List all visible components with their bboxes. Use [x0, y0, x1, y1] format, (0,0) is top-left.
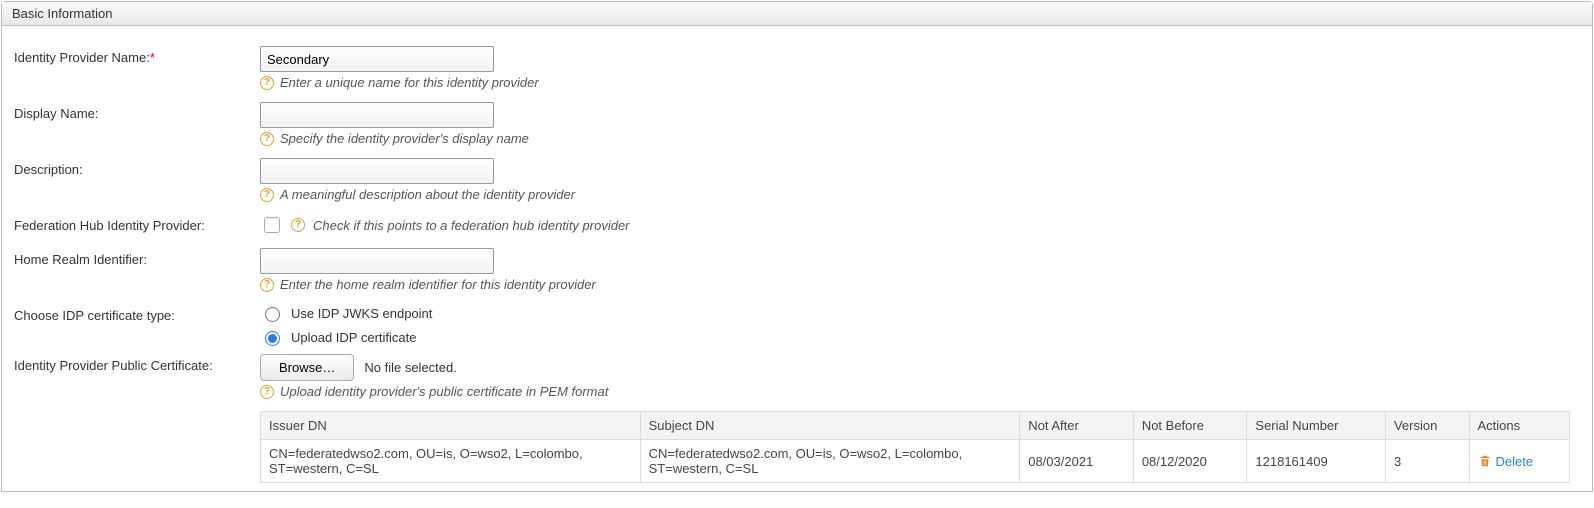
help-icon[interactable]: ?	[260, 76, 274, 90]
help-icon[interactable]: ?	[260, 188, 274, 202]
label-idp-name-text: Identity Provider Name:	[14, 50, 150, 65]
row-idp-name: Identity Provider Name:* ? Enter a uniqu…	[2, 40, 1592, 96]
cell-serial: 1218161409	[1247, 440, 1386, 483]
row-federation-hub: Federation Hub Identity Provider: ? Chec…	[2, 208, 1592, 242]
hint-home-realm-text: Enter the home realm identifier for this…	[280, 277, 596, 292]
hint-public-cert: ? Upload identity provider's public cert…	[260, 384, 1580, 399]
hint-federation-hub-text: Check if this points to a federation hub…	[313, 218, 630, 233]
no-file-label: No file selected.	[364, 360, 457, 375]
hint-idp-name-text: Enter a unique name for this identity pr…	[280, 75, 539, 90]
col-not-after: Not After	[1020, 412, 1134, 440]
help-icon[interactable]: ?	[260, 385, 274, 399]
label-idp-name: Identity Provider Name:*	[14, 46, 260, 65]
cell-actions: Delete	[1469, 440, 1570, 483]
col-serial-number: Serial Number	[1247, 412, 1386, 440]
browse-button[interactable]: Browse…	[260, 354, 354, 381]
label-federation-hub: Federation Hub Identity Provider:	[14, 214, 260, 233]
cell-not-after: 08/03/2021	[1020, 440, 1134, 483]
hint-idp-name: ? Enter a unique name for this identity …	[260, 75, 1580, 90]
row-description: Description: ? A meaningful description …	[2, 152, 1592, 208]
radio-upload[interactable]	[265, 331, 280, 346]
cert-table: Issuer DN Subject DN Not After Not Befor…	[260, 411, 1570, 483]
idp-name-input[interactable]	[260, 46, 494, 72]
row-public-cert: Identity Provider Public Certificate: Br…	[2, 352, 1592, 405]
cell-issuer-dn: CN=federatedwso2.com, OU=is, O=wso2, L=c…	[261, 440, 641, 483]
radio-upload-item[interactable]: Upload IDP certificate	[260, 328, 1580, 346]
home-realm-input[interactable]	[260, 248, 494, 274]
radio-jwks[interactable]	[265, 307, 280, 322]
delete-action[interactable]: Delete	[1478, 454, 1562, 469]
help-icon[interactable]: ?	[291, 218, 305, 232]
cert-table-header-row: Issuer DN Subject DN Not After Not Befor…	[261, 412, 1570, 440]
hint-display-name: ? Specify the identity provider's displa…	[260, 131, 1580, 146]
label-cert-type: Choose IDP certificate type:	[14, 304, 260, 323]
row-home-realm: Home Realm Identifier: ? Enter the home …	[2, 242, 1592, 298]
col-issuer-dn: Issuer DN	[261, 412, 641, 440]
radio-jwks-item[interactable]: Use IDP JWKS endpoint	[260, 304, 1580, 322]
required-star-icon: *	[150, 50, 155, 65]
label-description: Description:	[14, 158, 260, 177]
radio-upload-label: Upload IDP certificate	[291, 330, 417, 345]
label-public-cert: Identity Provider Public Certificate:	[14, 354, 260, 373]
row-display-name: Display Name: ? Specify the identity pro…	[2, 96, 1592, 152]
hint-public-cert-text: Upload identity provider's public certif…	[280, 384, 608, 399]
cell-subject-dn: CN=federatedwso2.com, OU=is, O=wso2, L=c…	[640, 440, 1020, 483]
field-idp-name: ? Enter a unique name for this identity …	[260, 46, 1580, 90]
label-home-realm: Home Realm Identifier:	[14, 248, 260, 267]
field-cert-type: Use IDP JWKS endpoint Upload IDP certifi…	[260, 304, 1580, 346]
field-display-name: ? Specify the identity provider's displa…	[260, 102, 1580, 146]
basic-information-panel: Basic Information Identity Provider Name…	[1, 1, 1593, 492]
panel-title: Basic Information	[2, 2, 1592, 26]
description-input[interactable]	[260, 158, 494, 184]
help-icon[interactable]: ?	[260, 132, 274, 146]
field-home-realm: ? Enter the home realm identifier for th…	[260, 248, 1580, 292]
hint-description: ? A meaningful description about the ide…	[260, 187, 1580, 202]
delete-link[interactable]: Delete	[1496, 454, 1534, 469]
cert-table-wrap: Issuer DN Subject DN Not After Not Befor…	[2, 411, 1592, 483]
col-actions: Actions	[1469, 412, 1570, 440]
radio-jwks-label: Use IDP JWKS endpoint	[291, 306, 432, 321]
label-display-name: Display Name:	[14, 102, 260, 121]
hint-description-text: A meaningful description about the ident…	[280, 187, 575, 202]
display-name-input[interactable]	[260, 102, 494, 128]
help-icon[interactable]: ?	[260, 278, 274, 292]
form-body: Identity Provider Name:* ? Enter a uniqu…	[2, 26, 1592, 491]
hint-home-realm: ? Enter the home realm identifier for th…	[260, 277, 1580, 292]
table-row: CN=federatedwso2.com, OU=is, O=wso2, L=c…	[261, 440, 1570, 483]
field-description: ? A meaningful description about the ide…	[260, 158, 1580, 202]
col-version: Version	[1385, 412, 1469, 440]
col-subject-dn: Subject DN	[640, 412, 1020, 440]
col-not-before: Not Before	[1133, 412, 1247, 440]
field-public-cert: Browse… No file selected. ? Upload ident…	[260, 354, 1580, 399]
row-cert-type: Choose IDP certificate type: Use IDP JWK…	[2, 298, 1592, 352]
trash-icon	[1478, 454, 1492, 468]
field-federation-hub: ? Check if this points to a federation h…	[260, 214, 1580, 236]
hint-display-name-text: Specify the identity provider's display …	[280, 131, 529, 146]
cell-not-before: 08/12/2020	[1133, 440, 1247, 483]
cell-version: 3	[1385, 440, 1469, 483]
federation-hub-checkbox[interactable]	[264, 217, 280, 233]
